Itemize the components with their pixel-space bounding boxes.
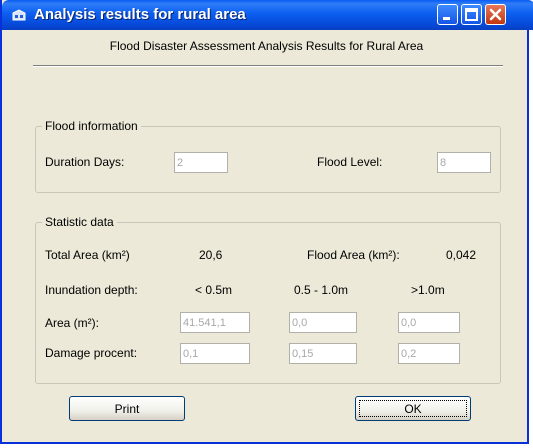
minimize-button[interactable] [437,4,458,25]
flood-level-label: Flood Level: [317,155,383,169]
depth-column-header: >1.0m [411,283,445,297]
title-bar[interactable]: Analysis results for rural area [2,0,533,30]
total-area-value: 20,6 [199,248,223,262]
damage-procent-field[interactable] [398,343,460,364]
damage-procent-label: Damage procent: [45,346,138,360]
focus-rectangle [359,400,467,417]
flood-area-label: Flood Area (km²): [307,248,400,262]
flood-area-value: 0,042 [446,248,477,262]
damage-procent-field[interactable] [180,343,250,364]
window-title: Analysis results for rural area [34,6,246,23]
flood-information-legend: Flood information [42,119,141,133]
statistic-data-legend: Statistic data [42,215,117,229]
duration-days-field[interactable] [174,152,228,173]
heading-divider [33,65,503,67]
area-field[interactable] [180,312,250,333]
area-field[interactable] [289,312,357,333]
print-button[interactable]: Print [69,396,185,421]
close-button[interactable] [485,4,506,25]
maximize-button[interactable] [461,4,482,25]
flood-level-field[interactable] [437,152,491,173]
minimize-icon [443,17,450,20]
area-label: Area (m²): [45,316,99,330]
depth-column-header: 0.5 - 1.0m [294,283,349,297]
damage-procent-field[interactable] [289,343,357,364]
app-icon [12,8,26,21]
inundation-depth-label: Inundation depth: [45,283,138,297]
ok-button[interactable]: OK [355,396,471,421]
close-icon [489,8,502,21]
results-heading: Flood Disaster Assessment Analysis Resul… [109,39,424,53]
duration-days-label: Duration Days: [45,155,125,169]
area-field[interactable] [398,312,460,333]
analysis-results-window: Analysis results for rural area Flood Di… [0,0,533,444]
depth-column-header: < 0.5m [195,283,233,297]
maximize-icon [465,8,478,21]
total-area-label: Total Area (km²) [45,248,130,262]
